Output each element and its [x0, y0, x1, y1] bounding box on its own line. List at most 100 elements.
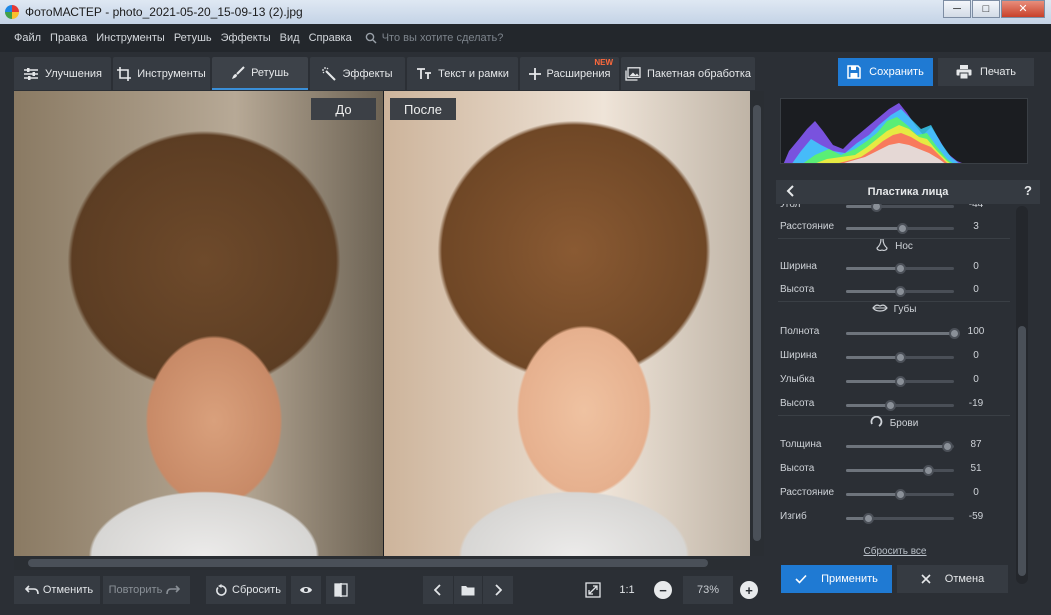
slider-track[interactable]: [846, 465, 954, 476]
canvas-vertical-scrollbar[interactable]: [750, 91, 764, 556]
print-button[interactable]: Печать: [938, 58, 1034, 86]
slider-value[interactable]: -19: [964, 398, 988, 409]
slider-row: Расстояние 3: [778, 220, 1022, 236]
tab-extensions[interactable]: NEW Расширения: [520, 57, 619, 90]
tab-batch-processing[interactable]: Пакетная обработка: [621, 57, 755, 90]
help-button[interactable]: ?: [1024, 183, 1032, 198]
cancel-button[interactable]: Отмена: [897, 565, 1008, 593]
slider-handle[interactable]: [895, 489, 906, 500]
slider-track[interactable]: [846, 513, 954, 524]
chevron-right-icon: [495, 584, 502, 596]
zoom-in-button[interactable]: +: [740, 581, 758, 599]
app-logo-icon: [5, 5, 19, 19]
slider-track[interactable]: [846, 204, 954, 212]
slider-track[interactable]: [846, 223, 954, 234]
back-button[interactable]: [786, 184, 795, 200]
slider-handle[interactable]: [884, 400, 896, 411]
right-panel: Пластика лица ? Угол -44 Расстояние 3 Нос Шир…: [770, 91, 1051, 615]
tab-label: Пакетная обработка: [647, 67, 751, 80]
slider-row: Ширина 0: [778, 349, 1022, 365]
menu-retouch[interactable]: Ретушь: [174, 32, 212, 44]
scrollbar-thumb[interactable]: [1018, 326, 1026, 576]
search-icon: [365, 32, 377, 44]
chevron-left-icon: [434, 584, 441, 596]
photo-canvas[interactable]: [14, 91, 764, 556]
photo-after: [384, 91, 750, 556]
slider-track[interactable]: [846, 263, 954, 274]
slider-value[interactable]: 51: [964, 463, 988, 474]
folder-icon: [461, 585, 475, 595]
reset-all-link[interactable]: Сбросить все: [830, 546, 960, 557]
slider-handle[interactable]: [941, 441, 953, 452]
slider-handle[interactable]: [922, 465, 934, 476]
undo-button[interactable]: Отменить: [14, 576, 100, 604]
slider-handle[interactable]: [895, 263, 906, 274]
zoom-level[interactable]: 73%: [683, 576, 733, 604]
maximize-button[interactable]: □: [972, 0, 1000, 18]
slider-handle[interactable]: [949, 328, 960, 339]
menu-effects[interactable]: Эффекты: [221, 32, 271, 44]
slider-handle[interactable]: [895, 352, 906, 363]
cancel-label: Отмена: [944, 573, 985, 585]
slider-row: Полнота 100: [778, 325, 1022, 341]
menu-tools[interactable]: Инструменты: [96, 32, 165, 44]
menu-file[interactable]: Файл: [14, 32, 41, 44]
slider-label: Полнота: [780, 326, 820, 337]
previous-photo-button[interactable]: [423, 576, 453, 604]
menu-view[interactable]: Вид: [280, 32, 300, 44]
magic-wand-icon: [322, 66, 337, 81]
tab-label: Улучшения: [44, 67, 103, 80]
tab-tools[interactable]: Инструменты: [113, 57, 210, 90]
close-button[interactable]: ✕: [1001, 0, 1045, 18]
slider-track[interactable]: [846, 400, 954, 411]
minimize-button[interactable]: ─: [943, 0, 971, 18]
slider-handle[interactable]: [863, 513, 875, 524]
section-header: Губы: [778, 301, 1010, 317]
compare-button[interactable]: [326, 576, 355, 604]
next-photo-button[interactable]: [483, 576, 513, 604]
menu-search[interactable]: Что вы хотите сделать?: [365, 32, 503, 44]
lips-icon: [871, 303, 894, 316]
menu-edit[interactable]: Правка: [50, 32, 87, 44]
menu-bar: Файл Правка Инструменты Ретушь Эффекты В…: [0, 24, 1051, 52]
canvas-horizontal-scrollbar[interactable]: [14, 556, 750, 570]
slider-value[interactable]: 100: [964, 326, 988, 337]
apply-button[interactable]: Применить: [781, 565, 892, 593]
slider-track[interactable]: [846, 489, 954, 500]
new-badge: NEW: [594, 58, 613, 67]
scrollbar-thumb[interactable]: [753, 105, 761, 541]
slider-value[interactable]: 3: [964, 221, 988, 232]
slider-handle[interactable]: [895, 286, 906, 297]
tab-retouch[interactable]: Ретушь: [212, 57, 308, 90]
scrollbar-thumb[interactable]: [28, 559, 708, 567]
save-button[interactable]: Сохранить: [838, 58, 933, 86]
tab-enhancements[interactable]: Улучшения: [14, 57, 111, 90]
slider-handle[interactable]: [895, 376, 906, 387]
zoom-actual-size-button[interactable]: 1:1: [613, 576, 641, 604]
slider-track[interactable]: [846, 376, 954, 387]
slider-track[interactable]: [846, 328, 960, 339]
fit-to-screen-button[interactable]: [580, 576, 606, 604]
slider-track[interactable]: [846, 352, 954, 363]
menu-help[interactable]: Справка: [309, 32, 352, 44]
slider-value[interactable]: 0: [964, 350, 988, 361]
slider-value[interactable]: 0: [964, 374, 988, 385]
panel-scrollbar[interactable]: [1016, 206, 1028, 584]
slider-value[interactable]: -59: [964, 511, 988, 522]
redo-button[interactable]: Повторить: [103, 576, 190, 604]
slider-value[interactable]: 0: [964, 261, 988, 272]
slider-track[interactable]: [846, 441, 954, 452]
tab-text-and-frames[interactable]: Текст и рамки: [407, 57, 518, 90]
tab-effects[interactable]: Эффекты: [310, 57, 405, 90]
preview-toggle-button[interactable]: [291, 576, 321, 604]
slider-track[interactable]: [846, 286, 954, 297]
reset-button[interactable]: Сбросить: [206, 576, 286, 604]
slider-value[interactable]: -44: [964, 204, 988, 210]
slider-handle[interactable]: [896, 223, 908, 234]
slider-handle[interactable]: [871, 204, 883, 212]
slider-value[interactable]: 0: [964, 487, 988, 498]
zoom-out-button[interactable]: −: [654, 581, 672, 599]
slider-value[interactable]: 0: [964, 284, 988, 295]
slider-value[interactable]: 87: [964, 439, 988, 450]
open-folder-button[interactable]: [454, 576, 482, 604]
